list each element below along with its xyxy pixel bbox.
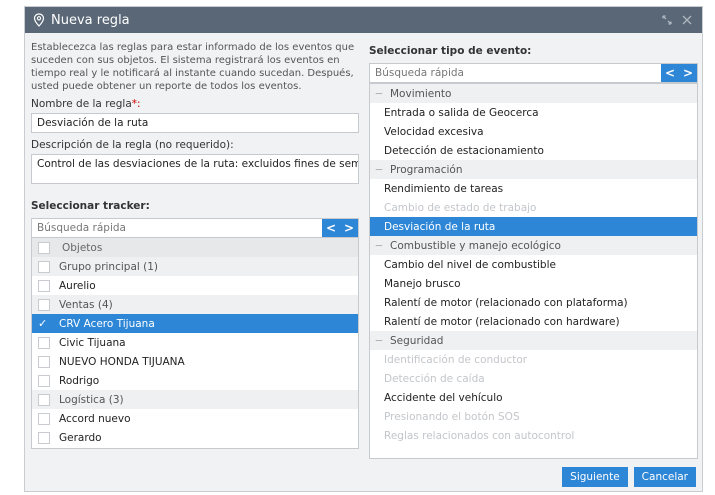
group-row[interactable]: Grupo principal (1) bbox=[32, 257, 358, 276]
event-pager: < > bbox=[661, 64, 697, 82]
tracker-row[interactable]: Civic Tijuana bbox=[32, 333, 358, 352]
tracker-pager: < > bbox=[322, 219, 358, 237]
tracker-checkbox[interactable] bbox=[38, 355, 50, 368]
tracker-row[interactable]: Gerardo bbox=[32, 428, 358, 447]
location-pin-icon bbox=[33, 13, 45, 27]
tracker-label: Aurelio bbox=[59, 279, 96, 292]
group-row[interactable]: Logística (3) bbox=[32, 390, 358, 409]
dialog-titlebar: Nueva regla bbox=[25, 7, 702, 33]
required-marker: *: bbox=[131, 98, 141, 110]
tracker-label: CRV Acero Tijuana bbox=[59, 317, 155, 330]
tracker-label: Accord nuevo bbox=[59, 412, 131, 425]
collapse-icon[interactable]: − bbox=[374, 335, 384, 347]
category-programacion[interactable]: − Programación bbox=[370, 160, 697, 179]
tracker-search-input[interactable] bbox=[32, 219, 322, 237]
collapse-icon[interactable]: − bbox=[374, 88, 384, 100]
tracker-row[interactable]: Aurelio bbox=[32, 276, 358, 295]
tracker-row[interactable]: NUEVO HONDA TIJUANA bbox=[32, 352, 358, 371]
category-seguridad[interactable]: − Seguridad bbox=[370, 331, 697, 350]
tracker-checkbox[interactable] bbox=[38, 431, 50, 444]
collapse-icon[interactable]: − bbox=[374, 240, 384, 252]
next-button[interactable]: Siguiente bbox=[562, 467, 628, 487]
event-search-input[interactable] bbox=[370, 64, 661, 82]
checkmark-icon[interactable]: ✓ bbox=[38, 317, 50, 330]
tracker-label: Civic Tijuana bbox=[59, 336, 126, 349]
tracker-search-row: < > bbox=[31, 218, 359, 238]
tracker-row[interactable]: Accord nuevo bbox=[32, 409, 358, 428]
select-all-checkbox[interactable] bbox=[38, 241, 50, 254]
category-label: Seguridad bbox=[390, 334, 444, 347]
tracker-checkbox[interactable] bbox=[38, 336, 50, 349]
event-item[interactable]: Entrada o salida de Geocerca bbox=[370, 103, 697, 122]
group-label: Grupo principal (1) bbox=[59, 260, 159, 273]
rule-name-label-text: Nombre de la regla bbox=[31, 98, 132, 110]
tracker-row-selected[interactable]: ✓ CRV Acero Tijuana bbox=[32, 314, 358, 333]
event-item-disabled: Detección de caída bbox=[384, 372, 485, 385]
next-arrow-icon[interactable]: > bbox=[344, 221, 354, 235]
event-item-disabled: Cambio de estado de trabajo bbox=[384, 201, 537, 214]
objects-header-label: Objetos bbox=[62, 241, 103, 254]
intro-text: Establecezca las reglas para estar infor… bbox=[31, 42, 355, 92]
event-item[interactable]: Cambio del nivel de combustible bbox=[370, 255, 697, 274]
category-movimiento[interactable]: − Movimiento bbox=[370, 84, 697, 103]
tracker-section-title: Seleccionar tracker: bbox=[31, 200, 150, 212]
tracker-label: NUEVO HONDA TIJUANA bbox=[59, 355, 185, 368]
collapse-icon[interactable]: − bbox=[374, 164, 384, 176]
group-label: Logística (3) bbox=[59, 393, 124, 406]
category-label: Combustible y manejo ecológico bbox=[390, 239, 561, 252]
event-item-disabled: Identificación de conductor bbox=[384, 353, 528, 366]
event-type-list: − Movimiento Entrada o salida de Geocerca… bbox=[369, 83, 698, 459]
event-search-row: < > bbox=[369, 63, 698, 83]
event-item[interactable]: Ralentí de motor (relacionado con hardwa… bbox=[370, 312, 697, 331]
dialog-title: Nueva regla bbox=[51, 12, 130, 28]
event-item-disabled: Reglas relacionados con autocontrol bbox=[384, 429, 575, 442]
objects-header: Objetos bbox=[32, 238, 358, 257]
group-checkbox[interactable] bbox=[38, 393, 50, 406]
tracker-checkbox[interactable] bbox=[38, 374, 50, 387]
category-label: Programación bbox=[390, 163, 463, 176]
rule-description-input[interactable]: Control de las desviaciones de la ruta: … bbox=[31, 154, 359, 184]
rule-description-label: Descripción de la regla (no requerido): bbox=[31, 139, 234, 151]
event-item-selected[interactable]: Desviación de la ruta bbox=[370, 217, 697, 236]
group-row[interactable]: Ventas (4) bbox=[32, 295, 358, 314]
group-label: Ventas (4) bbox=[59, 298, 113, 311]
prev-arrow-icon[interactable]: < bbox=[665, 66, 675, 80]
expand-icon[interactable] bbox=[660, 13, 674, 27]
event-item-disabled: Presionando el botón SOS bbox=[384, 410, 520, 423]
category-label: Movimiento bbox=[390, 87, 452, 100]
tracker-checkbox[interactable] bbox=[38, 279, 50, 292]
category-combustible[interactable]: − Combustible y manejo ecológico bbox=[370, 236, 697, 255]
cancel-button[interactable]: Cancelar bbox=[633, 467, 696, 487]
tracker-row[interactable]: Rodrigo bbox=[32, 371, 358, 390]
event-item[interactable]: Velocidad excesiva bbox=[370, 122, 697, 141]
close-icon[interactable] bbox=[680, 13, 694, 27]
event-item[interactable]: Accidente del vehículo bbox=[370, 388, 697, 407]
rule-name-input[interactable]: Desviación de la ruta bbox=[31, 113, 359, 133]
dialog-footer: Siguiente Cancelar bbox=[562, 467, 696, 487]
group-checkbox[interactable] bbox=[38, 260, 50, 273]
event-item[interactable]: Detección de estacionamiento bbox=[370, 141, 697, 160]
tracker-label: Gerardo bbox=[59, 431, 102, 444]
tracker-checkbox[interactable] bbox=[38, 412, 50, 425]
rule-name-label: Nombre de la regla*: bbox=[31, 98, 359, 110]
tracker-list: Objetos Grupo principal (1) Aurelio Vent… bbox=[31, 238, 359, 449]
tracker-label: Rodrigo bbox=[59, 374, 100, 387]
event-item[interactable]: Ralentí de motor (relacionado con plataf… bbox=[370, 293, 697, 312]
right-panel: Seleccionar tipo de evento: < > −Movimie… bbox=[369, 41, 698, 459]
event-item[interactable]: Manejo brusco bbox=[370, 274, 697, 293]
event-item[interactable]: Rendimiento de tareas bbox=[370, 179, 697, 198]
next-arrow-icon[interactable]: > bbox=[683, 66, 693, 80]
prev-arrow-icon[interactable]: < bbox=[326, 221, 336, 235]
group-checkbox[interactable] bbox=[38, 298, 50, 311]
left-panel: Establecezca las reglas para estar infor… bbox=[31, 41, 359, 449]
new-rule-dialog: Nueva regla Establecezca las reglas para… bbox=[24, 6, 703, 492]
event-section-title: Seleccionar tipo de evento: bbox=[369, 45, 532, 57]
